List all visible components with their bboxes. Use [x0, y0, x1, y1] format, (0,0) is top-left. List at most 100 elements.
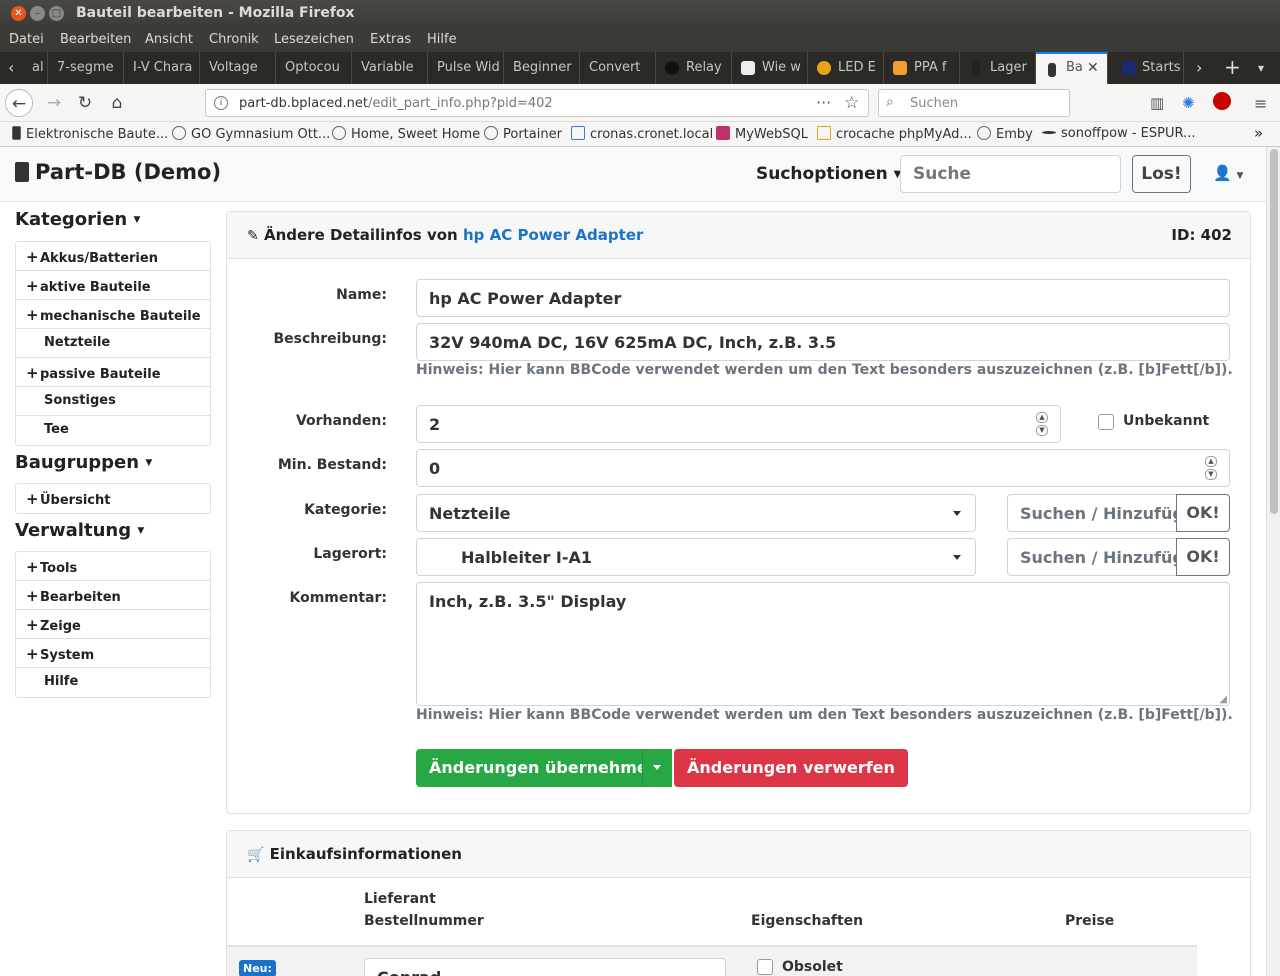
- extension-icon[interactable]: ✺: [1182, 94, 1195, 112]
- bookmark-item[interactable]: Emby: [977, 126, 1033, 142]
- category-select[interactable]: Netzteile: [416, 494, 976, 532]
- search-submit-button[interactable]: Los!: [1132, 155, 1191, 193]
- min-stock-spinner[interactable]: ▲ ▼: [1205, 456, 1217, 482]
- location-select[interactable]: Halbleiter I-A1: [416, 538, 976, 576]
- bookmark-item[interactable]: MyWebSQL: [716, 126, 808, 142]
- spin-down-icon[interactable]: ▼: [1036, 425, 1048, 436]
- bookmark-item[interactable]: Home, Sweet Home: [332, 126, 480, 142]
- bookmark-item[interactable]: GO Gymnasium Ott...: [172, 126, 330, 142]
- sidebar-item-uebersicht[interactable]: +Übersicht: [16, 484, 210, 513]
- min-stock-input[interactable]: 0 ▲ ▼: [416, 449, 1230, 487]
- menu-ansicht[interactable]: Ansicht: [145, 32, 193, 47]
- window-close-button[interactable]: ✕: [11, 6, 26, 21]
- tab-close-icon[interactable]: ✕: [1087, 60, 1099, 76]
- location-search-input[interactable]: Suchen / Hinzufüg: [1007, 538, 1177, 576]
- tab-scroll-right-icon[interactable]: ›: [1196, 58, 1202, 77]
- menu-extras[interactable]: Extras: [370, 32, 411, 47]
- sidebar-item-tools[interactable]: +Tools: [16, 552, 210, 581]
- menu-hilfe[interactable]: Hilfe: [427, 32, 457, 47]
- hamburger-menu-icon[interactable]: ≡: [1254, 94, 1267, 113]
- spin-down-icon[interactable]: ▼: [1205, 469, 1217, 480]
- app-search-input[interactable]: Suche: [900, 155, 1121, 193]
- bookmark-item[interactable]: sonoffpow - ESPUR...: [1042, 126, 1195, 141]
- browser-tab[interactable]: LED E: [808, 52, 884, 84]
- expand-icon[interactable]: +: [26, 364, 40, 382]
- browser-tab[interactable]: Beginner: [504, 52, 580, 84]
- sidebar-item-zeige[interactable]: +Zeige: [16, 610, 210, 639]
- site-info-icon[interactable]: i: [214, 96, 228, 110]
- name-input[interactable]: hp AC Power Adapter: [416, 279, 1230, 317]
- page-scrollbar[interactable]: [1266, 147, 1280, 976]
- sidebar-heading-kategorien[interactable]: Kategorien ▼: [15, 209, 140, 230]
- home-icon[interactable]: ⌂: [103, 89, 131, 117]
- new-tab-icon[interactable]: +: [1224, 55, 1241, 79]
- unknown-checkbox[interactable]: [1098, 414, 1114, 430]
- page-actions-icon[interactable]: ···: [816, 93, 831, 112]
- bookmarks-overflow-icon[interactable]: »: [1254, 124, 1263, 142]
- browser-tab[interactable]: Variable: [352, 52, 428, 84]
- browser-tab[interactable]: Pulse Wid: [428, 52, 504, 84]
- apply-changes-button[interactable]: Änderungen übernehmen: [416, 749, 673, 787]
- scrollbar-thumb[interactable]: [1270, 149, 1278, 514]
- bookmark-item[interactable]: cronas.cronet.local: [571, 126, 713, 142]
- window-minimize-button[interactable]: –: [30, 6, 45, 21]
- sidebar-item-mechanische-bauteile[interactable]: +mechanische Bauteile: [16, 300, 210, 329]
- expand-icon[interactable]: +: [26, 645, 40, 663]
- expand-icon[interactable]: +: [26, 558, 40, 576]
- adblock-icon[interactable]: [1213, 92, 1231, 110]
- sidebar-item-bearbeiten[interactable]: +Bearbeiten: [16, 581, 210, 610]
- spin-up-icon[interactable]: ▲: [1205, 456, 1217, 467]
- sidebar-item-tee[interactable]: Tee: [16, 416, 210, 445]
- apply-options-dropdown[interactable]: [642, 749, 671, 787]
- browser-tab[interactable]: Voltage: [200, 52, 276, 84]
- bookmark-item[interactable]: crocache phpMyAd...: [817, 126, 972, 142]
- obsolete-checkbox[interactable]: [757, 959, 773, 975]
- discard-changes-button[interactable]: Änderungen verwerfen: [674, 749, 908, 787]
- bookmark-item[interactable]: Elektronische Baute...: [12, 126, 168, 142]
- category-ok-button[interactable]: OK!: [1176, 494, 1230, 532]
- comment-textarea[interactable]: Inch, z.B. 3.5" Display ◢: [416, 582, 1230, 706]
- browser-tab[interactable]: Starts: [1108, 52, 1184, 84]
- browser-tab[interactable]: Lager: [960, 52, 1036, 84]
- menu-datei[interactable]: Datei: [9, 32, 44, 47]
- category-search-input[interactable]: Suchen / Hinzufüg: [1007, 494, 1177, 532]
- sidebar-heading-baugruppen[interactable]: Baugruppen ▼: [15, 452, 152, 473]
- app-brand[interactable]: Part-DB (Demo): [15, 160, 221, 184]
- resize-handle-icon[interactable]: ◢: [1219, 694, 1227, 705]
- stock-spinner[interactable]: ▲ ▼: [1036, 412, 1048, 438]
- expand-icon[interactable]: +: [26, 490, 40, 508]
- menu-chronik[interactable]: Chronik: [209, 32, 259, 47]
- sidebar-item-hilfe[interactable]: Hilfe: [16, 668, 210, 697]
- sidebar-heading-verwaltung[interactable]: Verwaltung ▼: [15, 520, 144, 541]
- menu-bearbeiten[interactable]: Bearbeiten: [60, 32, 131, 47]
- stock-input[interactable]: 2 ▲ ▼: [416, 405, 1061, 443]
- browser-tab[interactable]: 7-segme: [48, 52, 124, 84]
- part-link[interactable]: hp AC Power Adapter: [463, 226, 643, 244]
- library-icon[interactable]: ▥: [1150, 94, 1164, 112]
- browser-search-input[interactable]: ⌕ Suchen: [878, 89, 1070, 117]
- expand-icon[interactable]: +: [26, 616, 40, 634]
- expand-icon[interactable]: +: [26, 306, 40, 324]
- browser-tab[interactable]: PPA f: [884, 52, 960, 84]
- expand-icon[interactable]: +: [26, 277, 40, 295]
- back-icon[interactable]: ←: [5, 89, 33, 117]
- sidebar-item-netzteile[interactable]: Netzteile: [16, 329, 210, 358]
- reload-icon[interactable]: ↻: [71, 89, 99, 117]
- location-ok-button[interactable]: OK!: [1176, 538, 1230, 576]
- tab-scroll-left-icon[interactable]: ‹: [8, 58, 14, 77]
- browser-tab[interactable]: Wie w: [732, 52, 808, 84]
- spin-up-icon[interactable]: ▲: [1036, 412, 1048, 423]
- search-options-dropdown[interactable]: Suchoptionen ▼: [756, 164, 901, 184]
- browser-tab-active[interactable]: Ba ✕: [1036, 52, 1108, 84]
- browser-tab[interactable]: Relay: [656, 52, 732, 84]
- sidebar-item-akkus[interactable]: +Akkus/Batterien: [16, 242, 210, 271]
- tab-list-icon[interactable]: ▾: [1258, 61, 1264, 75]
- browser-tab[interactable]: I-V Chara: [124, 52, 200, 84]
- expand-icon[interactable]: +: [26, 587, 40, 605]
- sidebar-item-aktive-bauteile[interactable]: +aktive Bauteile: [16, 271, 210, 300]
- expand-icon[interactable]: +: [26, 248, 40, 266]
- bookmark-star-icon[interactable]: ☆: [844, 93, 859, 113]
- supplier-select[interactable]: Conrad: [364, 958, 726, 976]
- browser-tab[interactable]: Optocou: [276, 52, 352, 84]
- description-input[interactable]: 32V 940mA DC, 16V 625mA DC, Inch, z.B. 3…: [416, 323, 1230, 361]
